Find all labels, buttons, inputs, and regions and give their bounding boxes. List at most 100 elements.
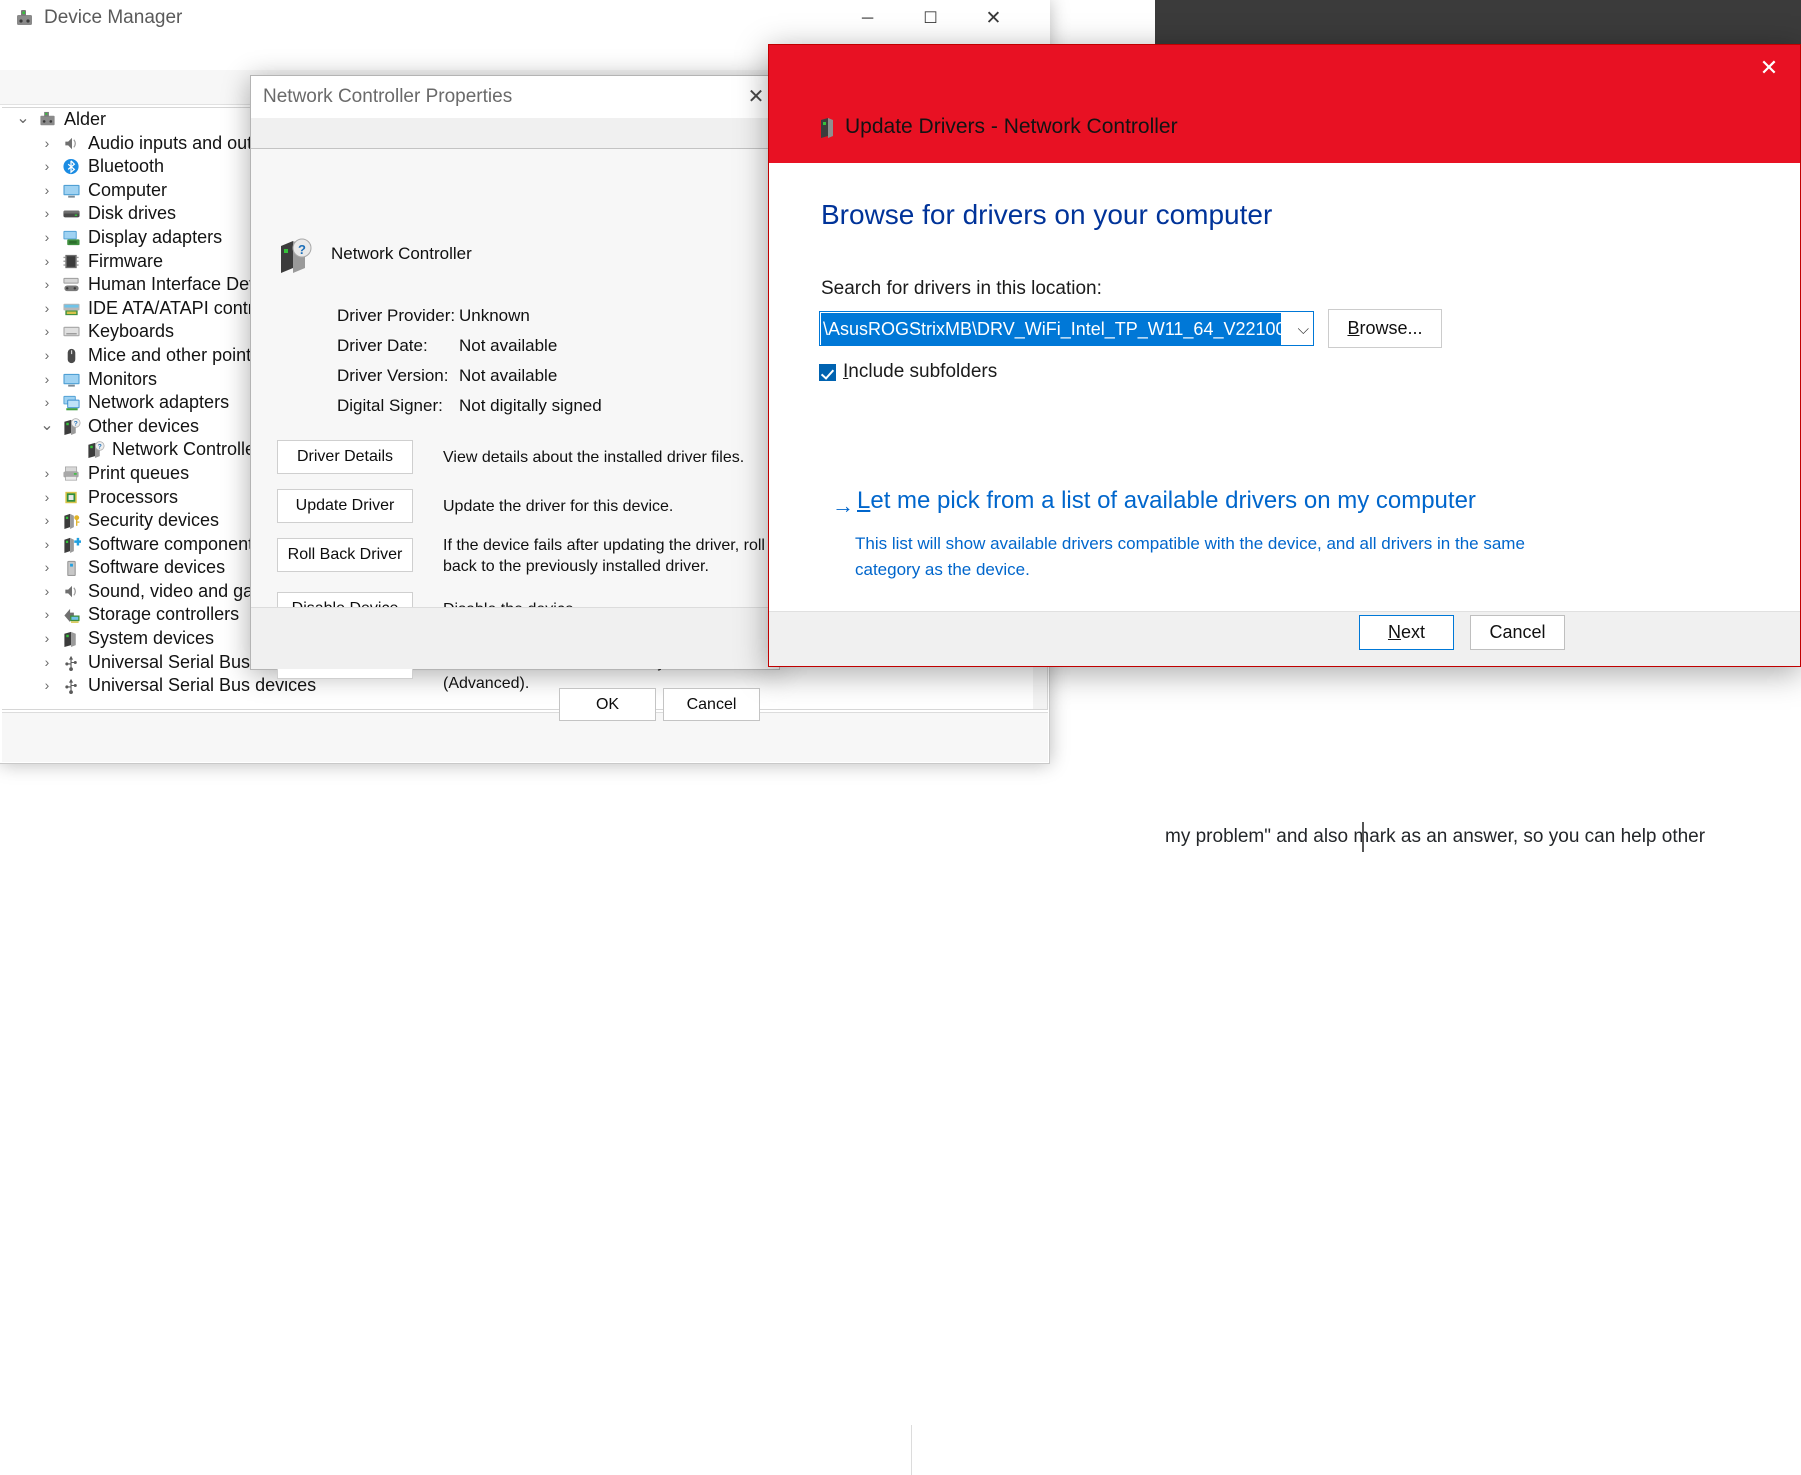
roll-back-driver-button[interactable]: Roll Back Driver xyxy=(277,538,413,572)
speaker-icon xyxy=(65,137,76,149)
update-drivers-wizard: ✕ ← Update Drivers - Network Controller … xyxy=(768,44,1801,667)
include-subfolders-checkbox[interactable] xyxy=(819,364,836,381)
mouse-icon xyxy=(67,348,76,364)
chevron-right-icon[interactable]: › xyxy=(40,465,54,483)
device-manager-titlebar: Device Manager ─ ☐ ✕ xyxy=(0,0,1050,38)
svg-text:?: ? xyxy=(74,420,78,427)
include-subfolders-label[interactable]: Include subfolders xyxy=(843,361,997,383)
chevron-right-icon[interactable]: › xyxy=(40,489,54,507)
software-device-icon xyxy=(67,561,76,577)
processor-icon xyxy=(65,491,77,503)
chevron-right-icon[interactable]: › xyxy=(40,158,54,176)
monitor-icon xyxy=(63,373,80,387)
driver-path-value[interactable]: \AsusROGStrixMB\DRV_WiFi_Intel_TP_W11_64… xyxy=(821,313,1281,346)
tree-item-label: Display adapters xyxy=(88,226,223,247)
chevron-right-icon[interactable]: › xyxy=(40,654,54,672)
tree-item-label: Computer xyxy=(88,179,168,200)
disk-icon xyxy=(63,211,80,218)
driver-date-value: Not available xyxy=(459,336,558,355)
driver-path-input[interactable]: \AsusROGStrixMB\DRV_WiFi_Intel_TP_W11_64… xyxy=(819,311,1314,346)
let-me-pick-link[interactable]: Let me pick from a list of available dri… xyxy=(857,487,1476,515)
chevron-right-icon[interactable]: › xyxy=(40,630,54,648)
chevron-right-icon[interactable]: › xyxy=(40,536,54,554)
chevron-right-icon[interactable]: › xyxy=(40,253,54,271)
hid-icon xyxy=(63,278,79,292)
tree-item-label: Processors xyxy=(88,486,179,507)
wizard-footer xyxy=(769,611,1800,666)
tree-item-label: Network Controller xyxy=(112,439,262,460)
tree-item-label: Disk drives xyxy=(88,203,177,224)
chevron-right-icon[interactable]: › xyxy=(40,182,54,200)
chevron-right-icon[interactable]: › xyxy=(40,323,54,341)
device-icon xyxy=(821,118,833,138)
chevron-right-icon[interactable]: › xyxy=(40,135,54,153)
close-button[interactable]: ✕ xyxy=(962,0,1025,38)
chevron-right-icon[interactable]: › xyxy=(40,371,54,389)
chevron-down-icon[interactable]: ⌵ xyxy=(1298,321,1309,338)
search-location-label: Search for drivers in this location: xyxy=(821,278,1102,299)
ok-button[interactable]: OK xyxy=(559,688,656,721)
driver-version-label: Driver Version: xyxy=(337,366,449,385)
digital-signer-value: Not digitally signed xyxy=(459,396,602,415)
system-device-icon xyxy=(64,631,76,648)
usb-icon xyxy=(65,679,77,695)
properties-cancel-button[interactable]: Cancel xyxy=(663,688,760,721)
usb-icon xyxy=(65,655,77,671)
roll-back-driver-description: If the device fails after updating the d… xyxy=(443,537,765,575)
tree-item-label: Storage controllers xyxy=(88,604,240,625)
driver-details-description: View details about the installed driver … xyxy=(443,449,745,466)
chevron-right-icon[interactable]: › xyxy=(40,205,54,223)
status-cell-1 xyxy=(732,1425,912,1475)
chevron-right-icon[interactable]: › xyxy=(40,229,54,247)
update-driver-button[interactable]: Update Driver xyxy=(277,489,413,523)
maximize-button[interactable]: ☐ xyxy=(899,0,962,38)
driver-version-value: Not available xyxy=(459,366,558,385)
chevron-down-icon[interactable]: ⌄ xyxy=(16,108,30,127)
device-manager-title: Device Manager xyxy=(44,7,183,28)
tree-item-label: Other devices xyxy=(88,415,200,436)
device-manager-statusbar xyxy=(2,712,1048,1475)
tree-item-label: Software devices xyxy=(88,557,226,578)
wizard-heading: Browse for drivers on your computer xyxy=(821,199,1273,230)
monitor-icon xyxy=(63,184,80,198)
chevron-right-icon[interactable]: › xyxy=(40,394,54,412)
chevron-right-icon[interactable]: › xyxy=(40,559,54,577)
driver-provider-label: Driver Provider: xyxy=(337,306,456,325)
tree-item-label: System devices xyxy=(88,628,215,649)
printer-icon xyxy=(63,466,79,481)
chevron-right-icon[interactable]: › xyxy=(40,347,54,365)
bluetooth-icon xyxy=(63,159,79,175)
unknown-device-icon: ? xyxy=(281,238,312,273)
chevron-down-icon[interactable]: ⌄ xyxy=(40,415,54,434)
properties-driver-panel: ? Network Controller Driver Provider: Un… xyxy=(251,149,779,692)
update-driver-description: Update the driver for this device. xyxy=(443,498,674,515)
software-component-icon xyxy=(64,537,81,553)
chevron-right-icon[interactable]: › xyxy=(40,300,54,318)
properties-titlebar: Network Controller Properties ✕ xyxy=(251,76,779,118)
chevron-right-icon[interactable]: › xyxy=(40,276,54,294)
computer-icon xyxy=(40,111,55,126)
unknown-device-icon: ? xyxy=(64,417,81,435)
minimize-button[interactable]: ─ xyxy=(836,0,899,38)
browse-button[interactable]: Browse... xyxy=(1328,309,1442,348)
properties-device-name: Network Controller xyxy=(331,244,472,263)
chevron-right-icon[interactable]: › xyxy=(40,606,54,624)
driver-date-label: Driver Date: xyxy=(337,336,428,355)
chevron-right-icon[interactable]: › xyxy=(40,512,54,530)
driver-provider-value: Unknown xyxy=(459,306,530,325)
ide-controller-icon xyxy=(63,303,80,315)
wizard-cancel-button[interactable]: Cancel xyxy=(1470,615,1565,650)
tree-item-label: Keyboards xyxy=(88,321,175,342)
storage-controller-icon xyxy=(64,609,80,624)
tree-item-label: Security devices xyxy=(88,510,220,531)
chevron-right-icon[interactable]: › xyxy=(40,583,54,601)
driver-details-button[interactable]: Driver Details xyxy=(277,440,413,474)
speaker-icon xyxy=(65,585,76,598)
browser-body-text: my problem" and also mark as an answer, … xyxy=(1165,826,1706,847)
digital-signer-label: Digital Signer: xyxy=(337,396,443,415)
next-button[interactable]: Next xyxy=(1359,615,1454,650)
wizard-close-button[interactable]: ✕ xyxy=(1738,45,1800,91)
wizard-header-title: Update Drivers - Network Controller xyxy=(845,115,1178,138)
network-controller-properties-dialog: Network Controller Properties ✕ General … xyxy=(250,75,780,721)
chevron-right-icon[interactable]: › xyxy=(40,677,54,695)
